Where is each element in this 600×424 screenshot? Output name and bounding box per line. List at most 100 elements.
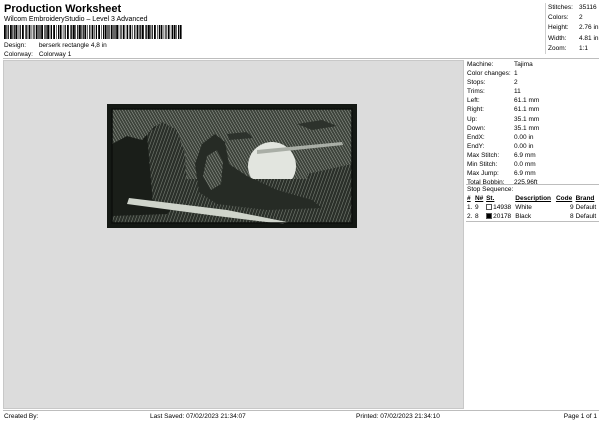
stat-key: Zoom: xyxy=(548,44,567,52)
barcode-bar xyxy=(56,25,57,39)
barcode-bar xyxy=(79,25,81,39)
barcode-bar xyxy=(28,25,31,39)
barcode-bar xyxy=(101,25,102,39)
embroidery-patch-preview xyxy=(107,104,357,228)
table-row: 2. 8 20178 Black 8 Default xyxy=(466,212,599,221)
row-brand: Default xyxy=(575,204,597,211)
design-row: Design: berserk rectangle 4,8 in xyxy=(4,42,107,49)
software-subtitle: Wilcom EmbroideryStudio – Level 3 Advanc… xyxy=(4,16,148,23)
barcode-bar xyxy=(160,25,163,39)
barcode-bar xyxy=(71,25,73,39)
row-stitches: 14938 xyxy=(485,203,514,212)
machine-value: 61.1 mm xyxy=(514,106,540,114)
machine-value: 35.1 mm xyxy=(514,124,540,132)
stop-sequence-table: # N# St. Description Code Brand 1. 9 149… xyxy=(466,194,599,221)
machine-info-panel: Machine: Tajima Color changes: 1 Stops: 2 Trim… xyxy=(466,60,599,187)
table-header-row: # N# St. Description Code Brand xyxy=(466,194,599,203)
barcode-bar xyxy=(114,25,116,39)
barcode-bar xyxy=(129,25,132,39)
barcode-bar xyxy=(75,25,76,39)
barcode-bar xyxy=(89,25,91,39)
barcode-bar xyxy=(148,25,150,39)
table-divider xyxy=(466,221,599,222)
barcode-bar xyxy=(110,25,113,39)
machine-key: Right: xyxy=(467,106,484,114)
barcode-bar xyxy=(12,25,13,39)
machine-row: Max Jump: 6.9 mm xyxy=(466,169,599,178)
barcode-bar xyxy=(103,25,105,39)
design-value: berserk rectangle 4,8 in xyxy=(38,42,107,49)
barcode-bar xyxy=(150,25,151,39)
barcode-bar xyxy=(120,25,122,39)
barcode-bar xyxy=(38,25,39,39)
barcode-bar xyxy=(44,25,45,39)
machine-key: Min Stitch: xyxy=(467,161,498,169)
barcode-bar xyxy=(45,25,47,39)
barcode-bar xyxy=(172,25,174,39)
row-description: Black xyxy=(515,213,532,220)
barcode-bar xyxy=(35,25,38,39)
barcode-bar xyxy=(167,25,170,39)
machine-row: Left: 61.1 mm xyxy=(466,96,599,105)
stat-row: Width: 4.81 in xyxy=(546,34,599,44)
stat-value: 1:1 xyxy=(579,44,589,52)
barcode-bar xyxy=(179,25,182,39)
color-swatch xyxy=(486,213,493,220)
machine-value: 6.9 mm xyxy=(514,170,536,178)
barcode-bar xyxy=(127,25,129,39)
page-title: Production Worksheet xyxy=(4,3,122,15)
machine-value: 35.1 mm xyxy=(514,115,540,123)
row-needle: 9 xyxy=(474,204,479,211)
machine-value: Tajima xyxy=(514,61,533,68)
barcode-bar xyxy=(140,25,142,39)
stat-row: Zoom: 1:1 xyxy=(546,44,599,54)
barcode-bar xyxy=(151,25,153,39)
barcode-bar xyxy=(132,25,133,39)
barcode-bar xyxy=(7,25,9,39)
barcode-bar xyxy=(87,25,88,39)
design-label: Design: xyxy=(4,42,27,49)
barcode-bar xyxy=(62,25,64,39)
machine-key: Trims: xyxy=(467,88,485,96)
col-brand: Brand xyxy=(575,195,595,202)
barcode-bar xyxy=(6,25,7,39)
footer: Created By: Last Saved: 07/02/2023 21:34… xyxy=(3,410,599,422)
row-num: 2. xyxy=(467,213,473,220)
barcode-bar xyxy=(125,25,127,39)
barcode-bar xyxy=(25,25,26,39)
machine-key: EndX: xyxy=(467,133,485,141)
barcode-bar xyxy=(81,25,82,39)
barcode-bar xyxy=(10,25,12,39)
row-code: 9 xyxy=(569,204,574,211)
barcode xyxy=(4,25,182,39)
barcode-bar xyxy=(49,25,51,39)
barcode-bar xyxy=(116,25,118,39)
last-saved: Last Saved: 07/02/2023 21:34:07 xyxy=(150,413,246,420)
barcode-bar xyxy=(98,25,100,39)
stat-key: Colors: xyxy=(548,14,569,22)
stat-value: 2 xyxy=(579,14,583,22)
barcode-bar xyxy=(178,25,180,39)
barcode-bar xyxy=(26,25,28,39)
table-row: 1. 9 14938 White 9 Default xyxy=(466,203,599,212)
barcode-bar xyxy=(136,25,139,39)
barcode-bar xyxy=(31,25,33,39)
barcode-bar xyxy=(19,25,21,39)
machine-value: 61.1 mm xyxy=(514,97,540,105)
machine-value: 0.0 mm xyxy=(514,161,536,169)
barcode-bar xyxy=(70,25,71,39)
barcode-bar xyxy=(84,25,87,39)
barcode-bar xyxy=(39,25,41,39)
colorway-value: Colorway 1 xyxy=(38,51,72,58)
barcode-bar xyxy=(163,25,165,39)
stop-sequence-title: Stop Sequence: xyxy=(467,186,514,193)
stat-value: 2.76 in xyxy=(579,24,599,32)
barcode-bar xyxy=(77,25,79,39)
machine-key: Max Stitch: xyxy=(467,151,500,159)
barcode-bar xyxy=(176,25,177,39)
machine-key: Machine: xyxy=(467,61,494,68)
color-swatch xyxy=(486,204,493,211)
colorway-label: Colorway: xyxy=(4,51,33,58)
barcode-bar xyxy=(58,25,60,39)
machine-row: Max Stitch: 6.9 mm xyxy=(466,151,599,160)
